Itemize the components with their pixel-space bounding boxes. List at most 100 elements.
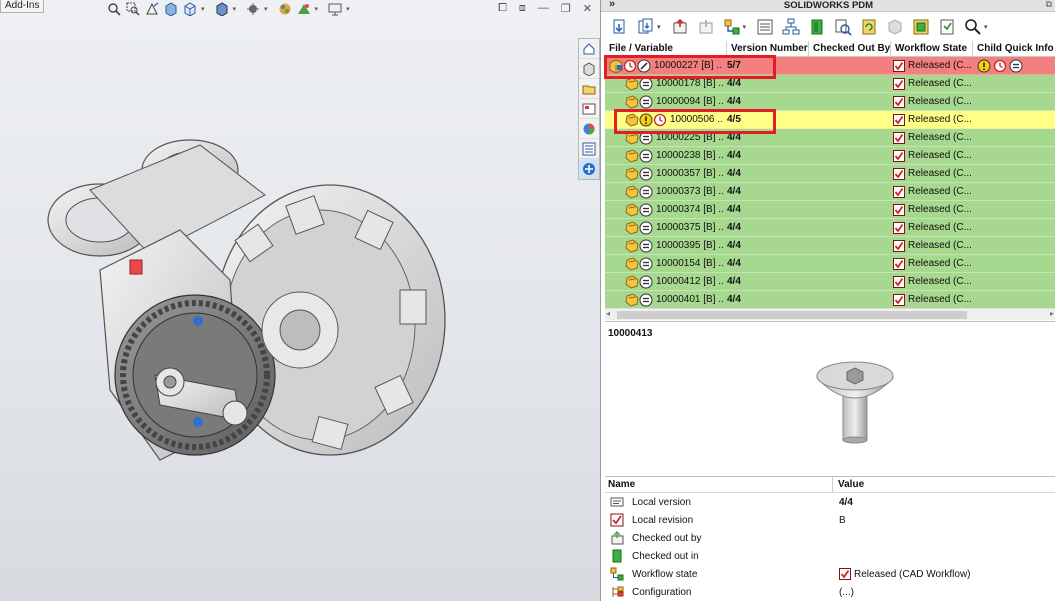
graphics-viewport[interactable]: Add-Ins ▾ ▾ ▾ ▾ ▾ ⧠ ⧈ — ❐ ✕ xyxy=(0,0,600,601)
restore-icon[interactable]: ❐ xyxy=(561,2,571,15)
props-value-header[interactable]: Value xyxy=(833,477,1055,492)
view-palette-icon[interactable] xyxy=(579,99,599,119)
display-card-icon[interactable] xyxy=(754,16,776,38)
file-name: 10000506 .. xyxy=(670,114,723,125)
file-cell: 10000154 [B] .. xyxy=(605,255,727,273)
file-explorer-icon[interactable] xyxy=(579,79,599,99)
change-state-icon[interactable] xyxy=(721,16,743,38)
chevron-down-icon[interactable]: ▾ xyxy=(743,23,747,31)
table-row[interactable]: 10000238 [B] .. 4/4 Released (C... xyxy=(605,147,1055,165)
file-vault-view-icon[interactable] xyxy=(910,16,932,38)
state-check-icon xyxy=(893,59,905,72)
close-icon[interactable]: ✕ xyxy=(583,2,592,15)
pdm-tab-icon[interactable] xyxy=(579,159,599,179)
zoom-to-fit-icon[interactable] xyxy=(106,2,122,17)
table-row[interactable]: 10000375 [B] .. 4/4 Released (C... xyxy=(605,219,1055,237)
part-icon xyxy=(625,112,639,127)
table-row[interactable]: 10000154 [B] .. 4/4 Released (C... xyxy=(605,255,1055,273)
table-row[interactable]: 10000412 [B] .. 4/4 Released (C... xyxy=(605,273,1055,291)
table-row[interactable]: 10000225 [B] .. 4/4 Released (C... xyxy=(605,129,1055,147)
check-out-icon[interactable] xyxy=(669,16,691,38)
chevron-down-icon[interactable]: ▾ xyxy=(315,5,319,13)
table-row[interactable]: 10000395 [B] .. 4/4 Released (C... xyxy=(605,237,1055,255)
zoom-area-icon[interactable] xyxy=(125,2,141,17)
hide-show-items-icon[interactable] xyxy=(245,2,261,17)
refresh-icon[interactable] xyxy=(858,16,880,38)
table-row[interactable]: 10000357 [B] .. 4/4 Released (C... xyxy=(605,165,1055,183)
chevron-down-icon[interactable]: ▾ xyxy=(657,23,661,31)
view-orientation-icon[interactable] xyxy=(182,2,198,17)
custom-properties-icon[interactable] xyxy=(579,139,599,159)
chevron-down-icon[interactable]: ▾ xyxy=(264,5,268,13)
cad-assembly-model[interactable] xyxy=(30,120,450,500)
scroll-thumb[interactable] xyxy=(617,311,967,319)
child-quick-info-cell xyxy=(973,57,1055,75)
chevron-down-icon[interactable]: ▾ xyxy=(346,5,350,13)
property-row[interactable]: Checked out in xyxy=(605,547,1055,565)
state-check-icon xyxy=(893,257,905,270)
property-row[interactable]: Configuration (...) xyxy=(605,583,1055,601)
home-icon[interactable] xyxy=(579,39,599,59)
where-used-icon[interactable] xyxy=(832,16,854,38)
column-header-file[interactable]: File / Variable xyxy=(605,41,727,56)
table-row[interactable]: 10000401 [B] .. 4/4 Released (C... xyxy=(605,291,1055,308)
version-cell: 5/7 xyxy=(727,60,741,71)
pdm-toolbar: ▾ ▾ ▾ xyxy=(601,13,1055,41)
scroll-left-icon[interactable]: ◂ xyxy=(606,309,610,318)
chevron-down-icon[interactable]: ▾ xyxy=(984,23,988,31)
file-name: 10000401 [B] .. xyxy=(656,294,724,305)
file-cell: 10000375 [B] .. xyxy=(605,219,727,237)
bill-of-materials-icon[interactable] xyxy=(780,16,802,38)
column-header-child-quick-info[interactable]: Child Quick Info xyxy=(973,41,1055,56)
props-name-header[interactable]: Name xyxy=(605,477,833,492)
child-quick-info-cell xyxy=(973,93,1055,111)
section-view-icon[interactable] xyxy=(163,2,179,17)
undo-checkout-icon[interactable] xyxy=(884,16,906,38)
column-header-workflow-state[interactable]: Workflow State xyxy=(891,41,973,56)
workflow-state-cell: Released (C... xyxy=(891,165,973,183)
edit-appearance-icon[interactable] xyxy=(277,2,293,17)
property-row[interactable]: Local revision B xyxy=(605,511,1055,529)
workflow-state-cell: Released (C... xyxy=(891,183,973,201)
pdm-title-bar: » SOLIDWORKS PDM ⧉ xyxy=(601,0,1055,12)
design-library-icon[interactable] xyxy=(579,59,599,79)
contains-icon[interactable] xyxy=(806,16,828,38)
file-cell: 10000374 [B] .. xyxy=(605,201,727,219)
add-ins-tab[interactable]: Add-Ins xyxy=(0,0,45,13)
property-row[interactable]: Local version 4/4 xyxy=(605,493,1055,511)
property-name-cell: Checked out by xyxy=(605,531,833,545)
chevron-down-icon[interactable]: ▾ xyxy=(233,5,237,13)
property-row[interactable]: Checked out by xyxy=(605,529,1055,547)
search-icon[interactable] xyxy=(962,16,984,38)
split-right-icon[interactable]: ⧈ xyxy=(519,2,526,15)
column-header-version[interactable]: Version Number xyxy=(727,41,809,56)
equal-icon xyxy=(639,257,653,271)
scroll-right-icon[interactable]: ▸ xyxy=(1050,309,1054,318)
table-row[interactable]: 10000227 [B] .. 5/7 Released (C... xyxy=(605,57,1055,75)
check-in-icon[interactable] xyxy=(695,16,717,38)
previous-view-icon[interactable] xyxy=(144,2,160,17)
pane-options-icon[interactable]: ⧉ xyxy=(1046,0,1052,10)
part-icon xyxy=(625,130,639,145)
properties-icon[interactable] xyxy=(936,16,958,38)
display-style-icon[interactable] xyxy=(214,2,230,17)
table-row[interactable]: 10000094 [B] .. 4/4 Released (C... xyxy=(605,93,1055,111)
chevron-down-icon[interactable]: ▾ xyxy=(201,5,205,13)
get-version-icon[interactable] xyxy=(635,16,657,38)
table-row[interactable]: 10000373 [B] .. 4/4 Released (C... xyxy=(605,183,1055,201)
get-latest-version-icon[interactable] xyxy=(609,16,631,38)
table-row[interactable]: 10000374 [B] .. 4/4 Released (C... xyxy=(605,201,1055,219)
local-version-icon xyxy=(609,495,625,509)
property-row[interactable]: Workflow state Released (CAD Workflow) xyxy=(605,565,1055,583)
apply-scene-icon[interactable] xyxy=(296,2,312,17)
properties-header: Name Value xyxy=(605,477,1055,493)
minimize-icon[interactable]: — xyxy=(538,2,549,15)
horizontal-scrollbar[interactable]: ◂ ▸ xyxy=(605,308,1055,320)
property-name-cell: Checked out in xyxy=(605,549,833,563)
column-header-checked-out-by[interactable]: Checked Out By xyxy=(809,41,891,56)
view-settings-icon[interactable] xyxy=(327,2,343,17)
table-row[interactable]: 10000178 [B] .. 4/4 Released (C... xyxy=(605,75,1055,93)
appearances-icon[interactable] xyxy=(579,119,599,139)
split-left-icon[interactable]: ⧠ xyxy=(498,2,507,15)
table-row[interactable]: 10000506 .. 4/5 Released (C... xyxy=(605,111,1055,129)
